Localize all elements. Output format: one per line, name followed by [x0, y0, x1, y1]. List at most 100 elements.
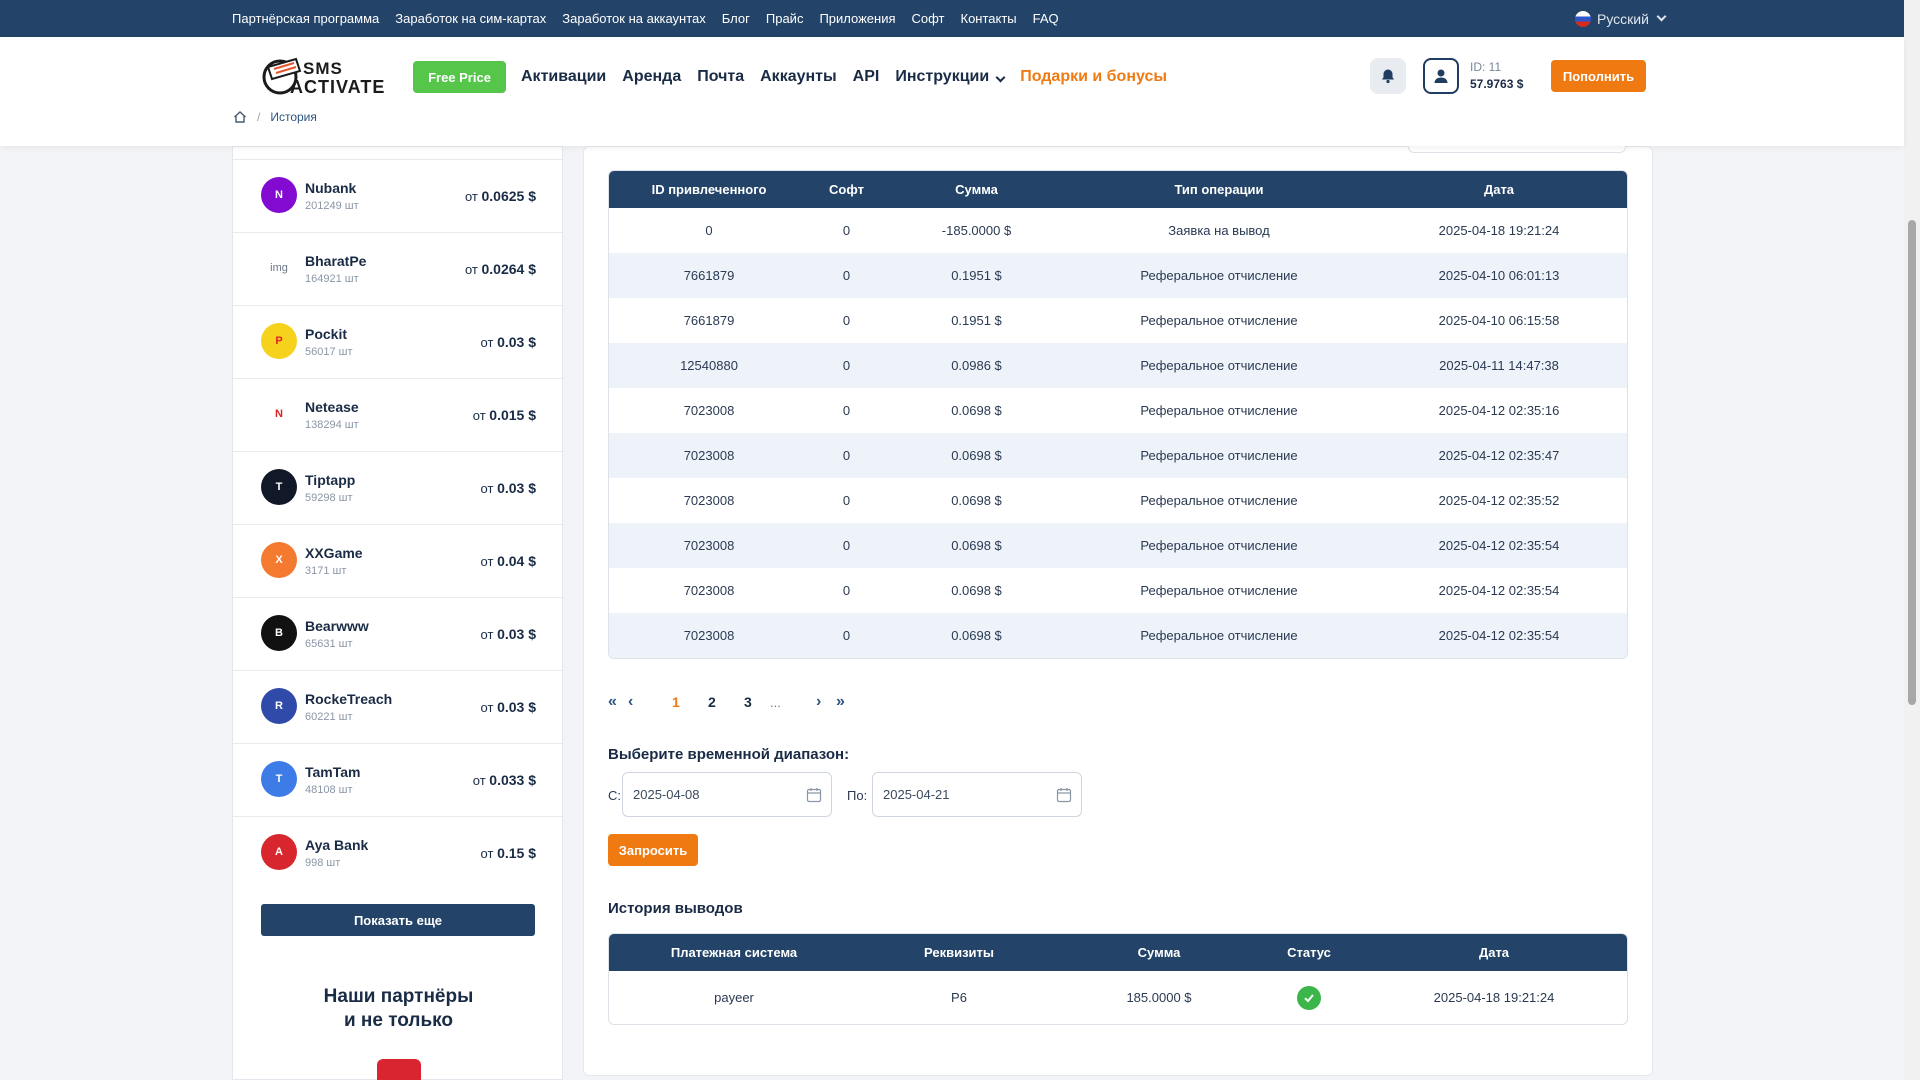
column-header: Платежная система	[670, 945, 798, 960]
service-item[interactable]: T Tiptapp 59298 шт от 0.03 $	[233, 451, 564, 524]
request-button[interactable]: Запросить	[608, 834, 698, 866]
service-count: 164921 шт	[305, 273, 359, 285]
service-item[interactable]: N Netease 138294 шт от 0.015 $	[233, 378, 564, 451]
language-label: Русский	[1597, 10, 1649, 27]
top-link-contacts[interactable]: Контакты	[961, 11, 1017, 26]
top-link-blog[interactable]: Блог	[722, 11, 750, 26]
language-selector[interactable]: Русский	[1575, 0, 1667, 37]
top-link-sim-earnings[interactable]: Заработок на сим-картах	[395, 11, 546, 26]
profile-button[interactable]	[1423, 58, 1459, 94]
operation-type: Реферальное отчисление	[1140, 583, 1298, 598]
breadcrumb-separator: /	[257, 110, 261, 124]
price-value: 0.0264 $	[481, 261, 537, 277]
nav-activations[interactable]: Активации	[521, 68, 606, 86]
account-id: ID: 11	[1470, 60, 1502, 74]
top-link-price[interactable]: Прайс	[766, 11, 804, 26]
nav-accounts[interactable]: Аккаунты	[760, 68, 837, 86]
page-2[interactable]: 2	[708, 694, 744, 710]
partner-logo[interactable]	[377, 1059, 421, 1080]
service-price: от 0.033 $	[473, 772, 536, 788]
price-value: 0.04 $	[497, 553, 536, 569]
service-item[interactable]: img BharatPe 164921 шт от 0.0264 $	[233, 232, 564, 305]
prev-page-icon[interactable]: ‹	[628, 693, 672, 711]
breadcrumb-current[interactable]: История	[270, 110, 317, 124]
soft-value: 0	[842, 223, 851, 238]
referral-id: 7661879	[683, 268, 735, 283]
bell-icon	[1382, 69, 1394, 84]
nav-gifts-bonuses[interactable]: Подарки и бонусы	[1020, 68, 1167, 86]
last-page-icon[interactable]: »	[836, 693, 856, 711]
top-link-soft[interactable]: Софт	[912, 11, 945, 26]
payment-details: P6	[951, 990, 967, 1005]
table-row: 12540880 0 0.0986 $ Реферальное отчисление 2…	[609, 343, 1627, 388]
service-item[interactable]: P Pockit 56017 шт от 0.03 $	[233, 305, 564, 378]
page-3[interactable]: 3	[744, 694, 770, 710]
operation-date: 2025-04-12 02:35:54	[1438, 628, 1560, 643]
service-name: XXGame	[305, 545, 363, 561]
top-link-partner[interactable]: Партнёрская программа	[232, 11, 379, 26]
home-icon[interactable]	[233, 110, 247, 124]
price-prefix: от	[480, 554, 494, 569]
service-name: BharatPe	[305, 253, 367, 269]
service-price: от 0.03 $	[481, 699, 536, 715]
date-to-input[interactable]: 2025-04-21	[872, 772, 1082, 817]
operation-type: Реферальное отчисление	[1140, 628, 1298, 643]
service-item[interactable]: N Nubank 201249 шт от 0.0625 $	[233, 159, 564, 232]
payment-system: payeer	[714, 990, 754, 1005]
price-value: 0.03 $	[497, 480, 536, 496]
calendar-icon	[806, 788, 822, 803]
table-row: 7023008 0 0.0698 $ Реферальное отчисление 20…	[609, 433, 1627, 478]
table-row: 7023008 0 0.0698 $ Реферальное отчисление 20…	[609, 613, 1627, 658]
sms-activate-logo[interactable]: SMS ACTIVATE	[260, 49, 390, 101]
service-item[interactable]: X XXGame 3171 шт от 0.04 $	[233, 524, 564, 597]
service-item[interactable]: T TamTam 48108 шт от 0.033 $	[233, 743, 564, 816]
amount: 0.1951 $	[951, 313, 1002, 328]
service-item[interactable]: A Aya Bank 998 шт от 0.15 $	[233, 816, 564, 889]
notifications-button[interactable]	[1370, 58, 1406, 94]
rocket-icon: R	[261, 688, 297, 724]
next-page-icon[interactable]: ›	[816, 693, 836, 711]
date-from-input[interactable]: 2025-04-08	[622, 772, 832, 817]
service-item[interactable]: R RockeTreach 60221 шт от 0.03 $	[233, 670, 564, 743]
service-name: Tiptapp	[305, 472, 356, 488]
netease-icon: N	[261, 396, 297, 432]
top-link-account-earnings[interactable]: Заработок на аккаунтах	[562, 11, 705, 26]
column-header: ID привлеченного	[651, 182, 767, 197]
date-to-label: По:	[847, 788, 868, 803]
service-price: от 0.03 $	[481, 334, 536, 350]
amount: 0.1951 $	[951, 268, 1002, 283]
top-up-button[interactable]: Пополнить	[1551, 60, 1646, 92]
show-more-button[interactable]: Показать еще	[261, 904, 535, 936]
price-prefix: от	[472, 773, 486, 788]
soft-value: 0	[842, 268, 851, 283]
scrollbar-thumb[interactable]	[1908, 220, 1916, 705]
nav-api[interactable]: API	[853, 68, 880, 86]
top-link-apps[interactable]: Приложения	[819, 11, 895, 26]
withdrawal-status	[1259, 985, 1359, 1010]
account-info[interactable]: ID: 11 57.9763 $	[1470, 59, 1523, 93]
first-page-icon[interactable]: «	[608, 693, 628, 711]
service-name: RockeTreach	[305, 691, 393, 707]
referral-id: 0	[705, 223, 713, 238]
nubank-icon: N	[261, 177, 297, 213]
date-from-value: 2025-04-08	[633, 787, 700, 802]
partners-heading-line2: и не только	[343, 1010, 454, 1031]
referral-id: 12540880	[680, 358, 738, 373]
amount: 0.0698 $	[951, 583, 1002, 598]
nav-instructions[interactable]: Инструкции	[895, 68, 1006, 86]
soft-value: 0	[842, 448, 851, 463]
logo-text-activate: ACTIVATE	[290, 77, 386, 97]
top-link-faq[interactable]: FAQ	[1033, 11, 1059, 26]
calendar-icon	[1056, 788, 1072, 803]
nav-mail[interactable]: Почта	[697, 68, 744, 86]
price-value: 0.03 $	[497, 334, 536, 350]
page-1[interactable]: 1	[672, 694, 708, 710]
service-item[interactable]: B Bearwww 65631 шт от 0.03 $	[233, 597, 564, 670]
free-price-button[interactable]: Free Price	[413, 61, 506, 93]
tamtam-icon: T	[261, 761, 297, 797]
operation-type: Реферальное отчисление	[1140, 448, 1298, 463]
price-prefix: от	[464, 262, 478, 277]
date-range-title: Выберите временной диапазон:	[608, 746, 850, 763]
nav-rent[interactable]: Аренда	[622, 68, 681, 86]
operation-date: 2025-04-10 06:01:13	[1438, 268, 1560, 283]
